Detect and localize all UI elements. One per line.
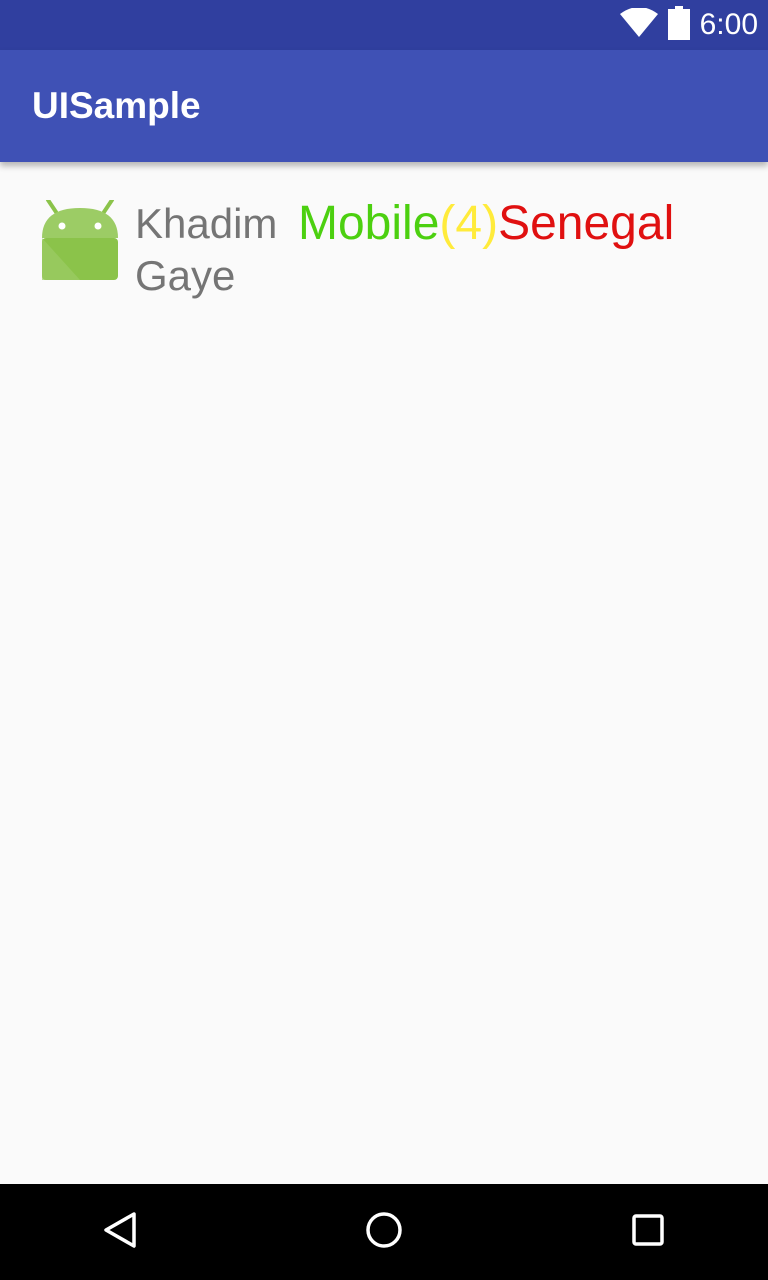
android-icon bbox=[40, 198, 120, 280]
app-bar: UISample bbox=[0, 50, 768, 162]
recents-button[interactable] bbox=[624, 1208, 672, 1256]
content-list: Khadim Gaye Mobile(4)Senegal bbox=[0, 162, 768, 1184]
home-button[interactable] bbox=[360, 1208, 408, 1256]
recents-icon bbox=[628, 1210, 668, 1255]
status-bar: 6:00 bbox=[0, 0, 768, 50]
count-badge: (4) bbox=[439, 197, 499, 250]
contact-name: Khadim Gaye bbox=[135, 200, 278, 299]
list-item[interactable]: Khadim Gaye Mobile(4)Senegal bbox=[40, 198, 740, 299]
back-button[interactable] bbox=[96, 1208, 144, 1256]
status-time: 6:00 bbox=[699, 8, 758, 41]
country-label: Senegal bbox=[498, 197, 675, 250]
role-label: Mobile bbox=[298, 197, 440, 250]
navigation-bar bbox=[0, 1184, 768, 1280]
wifi-icon bbox=[619, 6, 658, 43]
back-icon bbox=[100, 1210, 140, 1255]
home-icon bbox=[364, 1210, 404, 1255]
status-icons: 6:00 bbox=[619, 0, 758, 50]
role-line: Mobile(4)Senegal bbox=[298, 198, 674, 250]
app-title: UISample bbox=[32, 85, 201, 126]
battery-icon bbox=[667, 5, 690, 45]
